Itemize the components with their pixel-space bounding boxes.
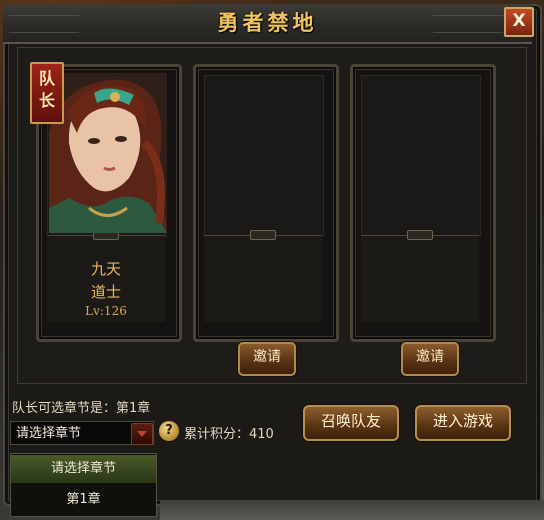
invite-button-slot-2[interactable]: 邀请 [238, 342, 296, 376]
dropdown-option-chapter-1[interactable]: 第1章 [11, 486, 156, 514]
chevron-down-icon[interactable] [131, 423, 153, 445]
help-icon[interactable]: ? [159, 421, 179, 441]
character-level: Lv:126 [85, 304, 127, 318]
close-button[interactable]: X [504, 7, 534, 37]
slot-info-area [204, 235, 322, 322]
character-class: 道士 [90, 283, 121, 301]
enter-game-button[interactable]: 进入游戏 [415, 405, 511, 441]
chapter-dropdown-list: 请选择章节 第1章 [10, 453, 157, 517]
captain-badge-char-2: 长 [38, 91, 55, 110]
team-slot-3[interactable] [350, 64, 496, 342]
total-score: 累计积分：410 [184, 427, 274, 442]
portrait-frame [204, 75, 324, 237]
slot-divider-ornament [407, 230, 433, 240]
character-portrait [49, 73, 167, 233]
close-icon: X [512, 11, 526, 31]
portrait-frame [361, 75, 481, 237]
captain-badge-char-1: 队 [38, 69, 55, 88]
invite-button-slot-3[interactable]: 邀请 [401, 342, 459, 376]
slot-divider-ornament [250, 230, 276, 240]
dropdown-option-placeholder[interactable]: 请选择章节 [11, 455, 156, 483]
character-name: 九天 [90, 260, 121, 278]
captain-badge: 队 长 [30, 62, 64, 124]
summon-teammates-button[interactable]: 召唤队友 [303, 405, 399, 441]
slot-info-area [361, 235, 479, 322]
portrait-image [49, 73, 167, 233]
title-bar: 勇者禁地 [3, 4, 532, 44]
team-slot-2[interactable] [193, 64, 339, 342]
window-title: 勇者禁地 [217, 10, 318, 35]
background-ground [160, 500, 544, 520]
captain-chapter-label: 队长可选章节是：第1章 [12, 401, 151, 416]
